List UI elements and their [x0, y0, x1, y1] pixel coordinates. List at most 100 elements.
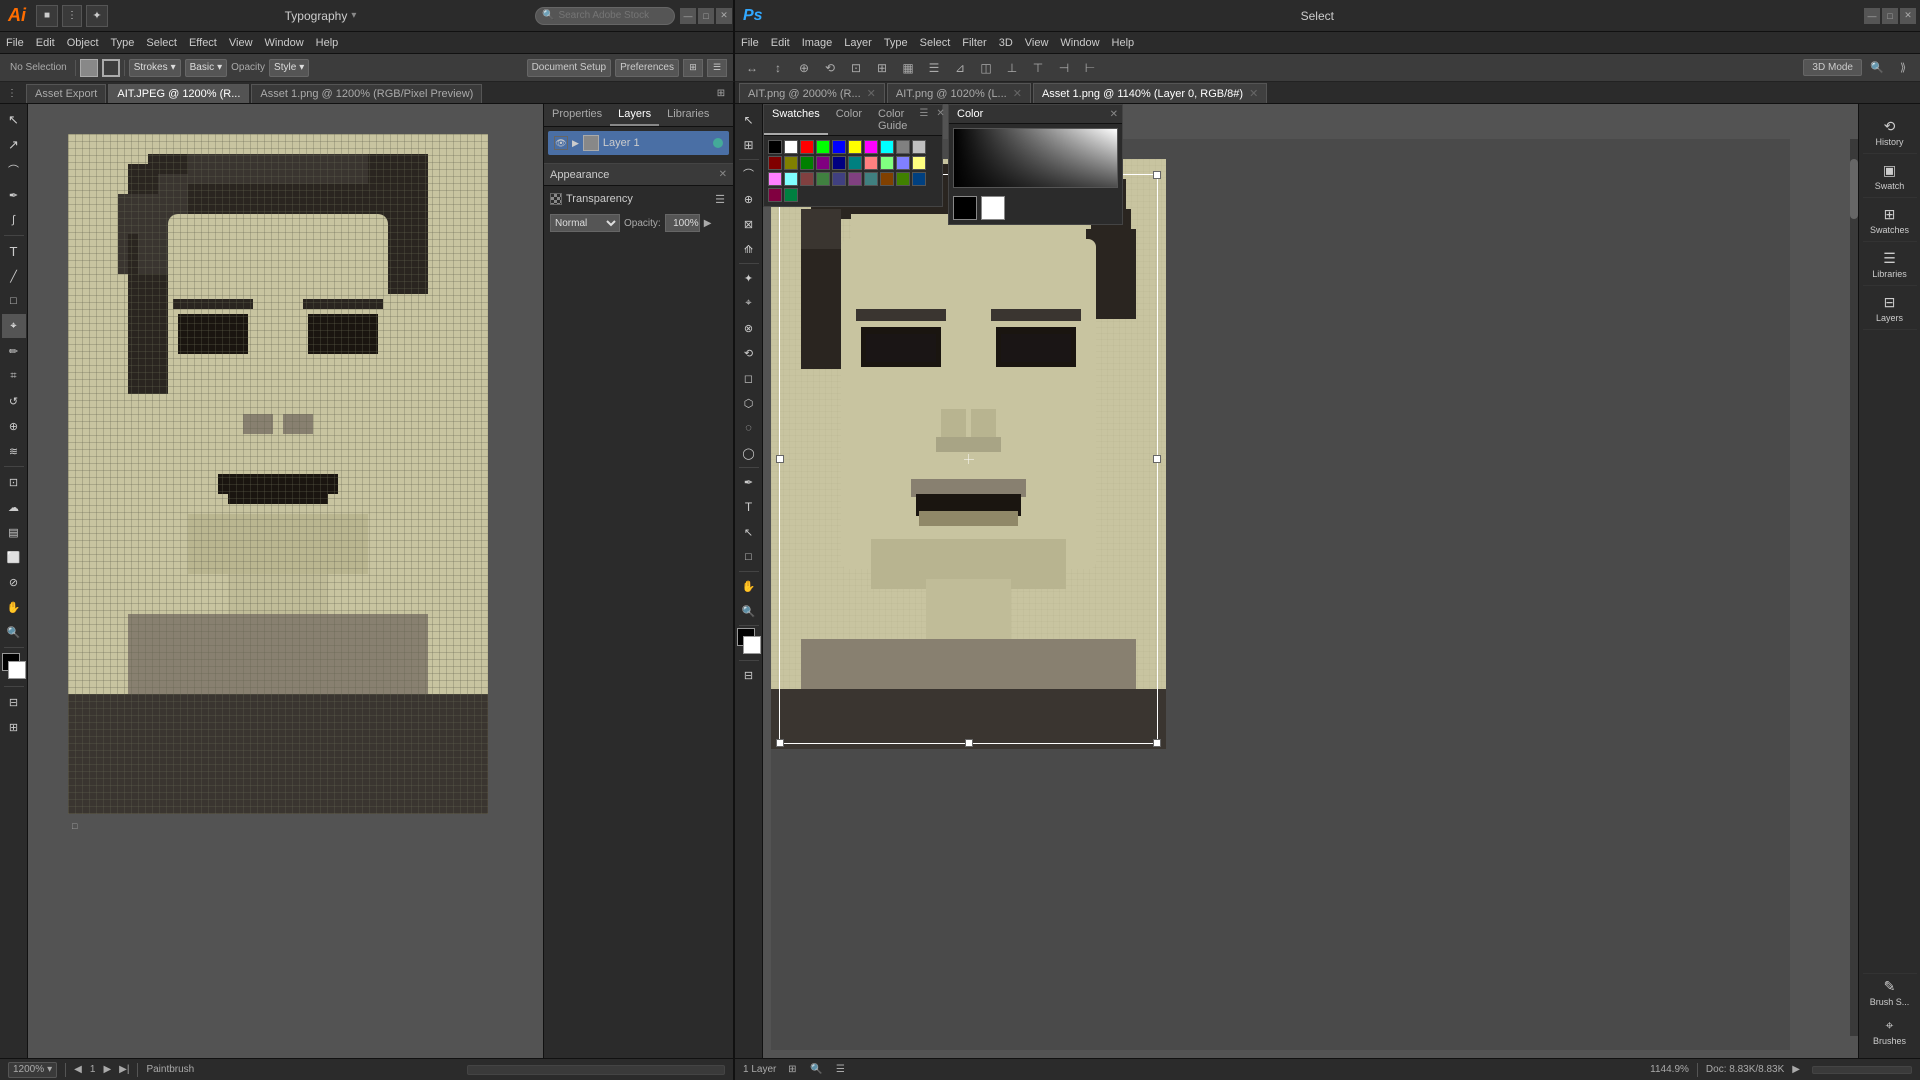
- ai-layer1-item[interactable]: 👁 ▶ Layer 1: [548, 131, 729, 155]
- fg-color-display[interactable]: [953, 196, 977, 220]
- ps-menu-3d[interactable]: 3D: [993, 35, 1019, 51]
- swatch-cell[interactable]: [864, 140, 878, 154]
- ai-panel-toggle[interactable]: ☰: [707, 59, 727, 77]
- ai-view-toggle[interactable]: ⊞: [683, 59, 703, 77]
- ps-misc-btn1[interactable]: ⟫: [1892, 57, 1914, 79]
- lasso-tool[interactable]: ⌒: [2, 158, 26, 182]
- ps-brush-tool[interactable]: ⌖: [737, 291, 761, 315]
- swatch-cell[interactable]: [912, 156, 926, 170]
- appearance-close[interactable]: ✕: [719, 169, 727, 180]
- ai-zoom-dropdown[interactable]: 1200%▾: [8, 1062, 57, 1078]
- ai-search-box[interactable]: 🔍: [535, 7, 675, 25]
- ps-panel-history[interactable]: ⟲ History: [1863, 112, 1917, 154]
- ai-arrange-btn[interactable]: ⋮: [62, 5, 82, 27]
- ps-blur-tool[interactable]: ◌: [737, 416, 761, 440]
- ai-panel-toggle-left[interactable]: ⋮: [2, 83, 22, 103]
- ps-transform-icon9[interactable]: ⊿: [949, 57, 971, 79]
- ps-transform-icon13[interactable]: ⊣: [1053, 57, 1075, 79]
- ps-win-maximize[interactable]: □: [1882, 8, 1898, 24]
- color-panel-close[interactable]: ✕: [1106, 106, 1122, 123]
- swatch-cell[interactable]: [848, 172, 862, 186]
- color-ramp[interactable]: [953, 128, 1118, 188]
- slice-tool[interactable]: ⊘: [2, 570, 26, 594]
- blending-mode-dropdown[interactable]: Normal: [550, 214, 620, 232]
- ps-menu-layer[interactable]: Layer: [838, 35, 878, 51]
- ps-transform-icon8[interactable]: ☰: [923, 57, 945, 79]
- ps-text-tool[interactable]: T: [737, 495, 761, 519]
- swatch-cell[interactable]: [896, 140, 910, 154]
- ps-transform-icon11[interactable]: ⊥: [1001, 57, 1023, 79]
- ps-panel-brush-s[interactable]: ✎ Brush S...: [1863, 973, 1917, 1011]
- ps-lasso-tool[interactable]: ⌒: [737, 162, 761, 186]
- swatch-cell[interactable]: [768, 172, 782, 186]
- ps-stamp-tool[interactable]: ⊗: [737, 316, 761, 340]
- ai-menu-object[interactable]: Object: [61, 35, 105, 51]
- opacity-arrow[interactable]: ▶: [704, 218, 712, 229]
- ai-bg-color[interactable]: [8, 661, 26, 679]
- swatches-tab[interactable]: Swatches: [764, 105, 828, 135]
- toggle-extras[interactable]: ⊞: [2, 715, 26, 739]
- win-minimize[interactable]: —: [680, 8, 696, 24]
- warp-tool[interactable]: ≋: [2, 439, 26, 463]
- scale-tool[interactable]: ⊕: [2, 414, 26, 438]
- ps-spot-heal[interactable]: ✦: [737, 266, 761, 290]
- swatch-cell[interactable]: [784, 188, 798, 202]
- color-panel-tab[interactable]: Color: [949, 105, 991, 123]
- ps-menu-type[interactable]: Type: [878, 35, 914, 51]
- ps-move-tool[interactable]: ↖: [737, 108, 761, 132]
- ps-transform-icon5[interactable]: ⊡: [845, 57, 867, 79]
- ai-fill-color[interactable]: [80, 59, 98, 77]
- swatch-cell[interactable]: [832, 140, 846, 154]
- ps-3d-mode-btn[interactable]: 3D Mode: [1803, 59, 1862, 76]
- swatch-cell[interactable]: [768, 156, 782, 170]
- ps-hand-tool[interactable]: ✋: [737, 574, 761, 598]
- ai-search-input[interactable]: [558, 10, 658, 21]
- ai-preferences-btn[interactable]: Preferences: [615, 59, 679, 77]
- curvature-tool[interactable]: ∫: [2, 208, 26, 232]
- ps-panel-libraries[interactable]: ☰ Libraries: [1863, 244, 1917, 286]
- pencil-tool[interactable]: ✏: [2, 339, 26, 363]
- ai-tab-layers[interactable]: Layers: [610, 104, 659, 126]
- ps-crop-tool[interactable]: ⊠: [737, 212, 761, 236]
- ai-tab-ait-jpeg[interactable]: AIT.JPEG @ 1200% (R...: [108, 84, 249, 103]
- ai-document-setup-btn[interactable]: Document Setup: [527, 59, 612, 77]
- swatch-cell[interactable]: [832, 156, 846, 170]
- swatch-cell[interactable]: [800, 156, 814, 170]
- ps-win-minimize[interactable]: —: [1864, 8, 1880, 24]
- swatch-cell[interactable]: [896, 156, 910, 170]
- ps-tab-asset1-active[interactable]: Asset 1.png @ 1140% (Layer 0, RGB/8#)✕: [1033, 83, 1267, 103]
- ai-style-dropdown[interactable]: Style▾: [269, 59, 309, 77]
- ai-menu-file[interactable]: File: [0, 35, 30, 51]
- shape-tool[interactable]: □: [2, 289, 26, 313]
- ps-transform-icon7[interactable]: ▦: [897, 57, 919, 79]
- swatches-close[interactable]: ✕: [932, 105, 948, 135]
- win-maximize[interactable]: □: [698, 8, 714, 24]
- ps-fill-tool[interactable]: ⬡: [737, 391, 761, 415]
- hand-tool[interactable]: ✋: [2, 595, 26, 619]
- ai-menu-edit[interactable]: Edit: [30, 35, 61, 51]
- ps-panel-swatches[interactable]: ⊞ Swatches: [1863, 200, 1917, 242]
- ps-menu-file[interactable]: File: [735, 35, 765, 51]
- ps-history-brush[interactable]: ⟲: [737, 341, 761, 365]
- transparency-options[interactable]: ☰: [713, 192, 727, 206]
- ps-status-icon1[interactable]: ⊞: [784, 1062, 800, 1078]
- swatch-cell[interactable]: [848, 140, 862, 154]
- ps-scrollbar-h[interactable]: [1812, 1066, 1912, 1074]
- selection-tool[interactable]: ↖: [2, 108, 26, 132]
- ps-transform-icon1[interactable]: ↔: [741, 57, 763, 79]
- ai-layer-arrow[interactable]: ▶: [572, 138, 579, 149]
- ps-panel-layers[interactable]: ⊟ Layers: [1863, 288, 1917, 330]
- swatch-cell[interactable]: [800, 140, 814, 154]
- ps-menu-view[interactable]: View: [1019, 35, 1055, 51]
- ps-eraser-tool[interactable]: ◻: [737, 366, 761, 390]
- ps-dodge-tool[interactable]: ◯: [737, 441, 761, 465]
- ai-tab-asset-export[interactable]: Asset Export: [26, 84, 106, 103]
- ps-eyedropper[interactable]: ⟰: [737, 237, 761, 261]
- ps-quick-select[interactable]: ⊕: [737, 187, 761, 211]
- ps-scrollbar-v[interactable]: [1850, 139, 1858, 1036]
- ai-tab-arrange[interactable]: ⊞: [711, 83, 731, 103]
- swatch-cell[interactable]: [832, 172, 846, 186]
- swatch-cell[interactable]: [912, 140, 926, 154]
- opacity-input[interactable]: [665, 214, 700, 232]
- swatches-menu[interactable]: ☰: [915, 105, 932, 135]
